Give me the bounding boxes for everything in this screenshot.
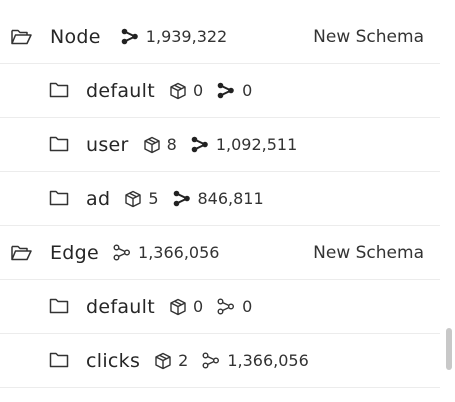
edge-outline-icon <box>113 244 131 261</box>
cube-icon <box>169 82 187 100</box>
edge-count: 1,092,511 <box>191 135 297 154</box>
tree-item-node-ad[interactable]: ad 5 846,811 <box>0 172 440 226</box>
folder-icon <box>49 352 69 369</box>
edge-count-value: 1,092,511 <box>215 135 298 154</box>
edge-outline-icon <box>217 298 235 315</box>
folder-open-icon <box>11 28 32 45</box>
edge-count-value: 1,939,322 <box>145 27 228 46</box>
edge-count-value: 1,366,056 <box>138 243 220 262</box>
tree-node-label: Node <box>50 25 101 48</box>
folder-icon <box>49 82 69 99</box>
folder-open-icon <box>11 244 32 261</box>
edge-count: 0 <box>217 81 252 100</box>
edge-filled-icon <box>173 190 191 207</box>
cube-icon <box>143 136 161 154</box>
tree-item-label: ad <box>86 187 111 210</box>
vertical-scrollbar[interactable] <box>446 328 452 370</box>
tree-node-label: Edge <box>50 241 100 264</box>
folder-icon <box>49 190 69 207</box>
new-schema-link-node[interactable]: New Schema <box>313 27 424 47</box>
tree-item-label: clicks <box>86 349 141 372</box>
edge-count: 0 <box>217 297 252 316</box>
edge-count: 1,366,056 <box>202 351 309 370</box>
vertex-count: 0 <box>169 81 203 100</box>
tree-node-node[interactable]: Node 1,939,322 New Schema <box>0 10 440 64</box>
tree-item-label: default <box>86 79 155 102</box>
edge-filled-icon <box>121 28 139 45</box>
edge-count-value: 1,366,056 <box>227 351 309 370</box>
folder-icon <box>49 298 69 315</box>
tree-item-node-default[interactable]: default 0 0 <box>0 64 440 118</box>
cube-icon <box>169 298 187 316</box>
edge-filled-icon <box>191 136 209 153</box>
vertex-count-value: 0 <box>192 297 204 316</box>
vertex-count-value: 2 <box>178 351 189 370</box>
cube-icon <box>124 190 142 208</box>
edge-filled-icon <box>217 82 235 99</box>
edge-count-value: 0 <box>242 81 253 100</box>
vertex-count-value: 5 <box>148 189 159 208</box>
edge-count: 1,939,322 <box>121 27 227 46</box>
vertex-count: 5 <box>124 189 159 208</box>
tree-node-edge[interactable]: Edge 1,366,056 New Schema <box>0 226 440 280</box>
edge-count: 846,811 <box>173 189 264 208</box>
tree-item-label: user <box>86 133 129 156</box>
tree-item-label: default <box>86 295 155 318</box>
tree-item-node-user[interactable]: user 8 1,092,511 <box>0 118 440 172</box>
vertex-count: 2 <box>154 351 188 370</box>
edge-count-value: 846,811 <box>197 189 264 208</box>
vertex-count-value: 0 <box>192 81 204 100</box>
new-schema-link-edge[interactable]: New Schema <box>313 243 424 263</box>
vertex-count-value: 8 <box>166 135 177 154</box>
vertex-count: 8 <box>143 135 177 154</box>
folder-icon <box>49 136 69 153</box>
tree-item-edge-clicks[interactable]: clicks 2 1,366,056 <box>0 334 440 388</box>
schema-tree: Node 1,939,322 New Schema default 0 0 us… <box>0 10 440 388</box>
vertex-count: 0 <box>169 297 203 316</box>
edge-count: 1,366,056 <box>113 243 219 262</box>
tree-item-edge-default[interactable]: default 0 0 <box>0 280 440 334</box>
edge-outline-icon <box>202 352 220 369</box>
cube-icon <box>154 352 172 370</box>
edge-count-value: 0 <box>242 297 253 316</box>
